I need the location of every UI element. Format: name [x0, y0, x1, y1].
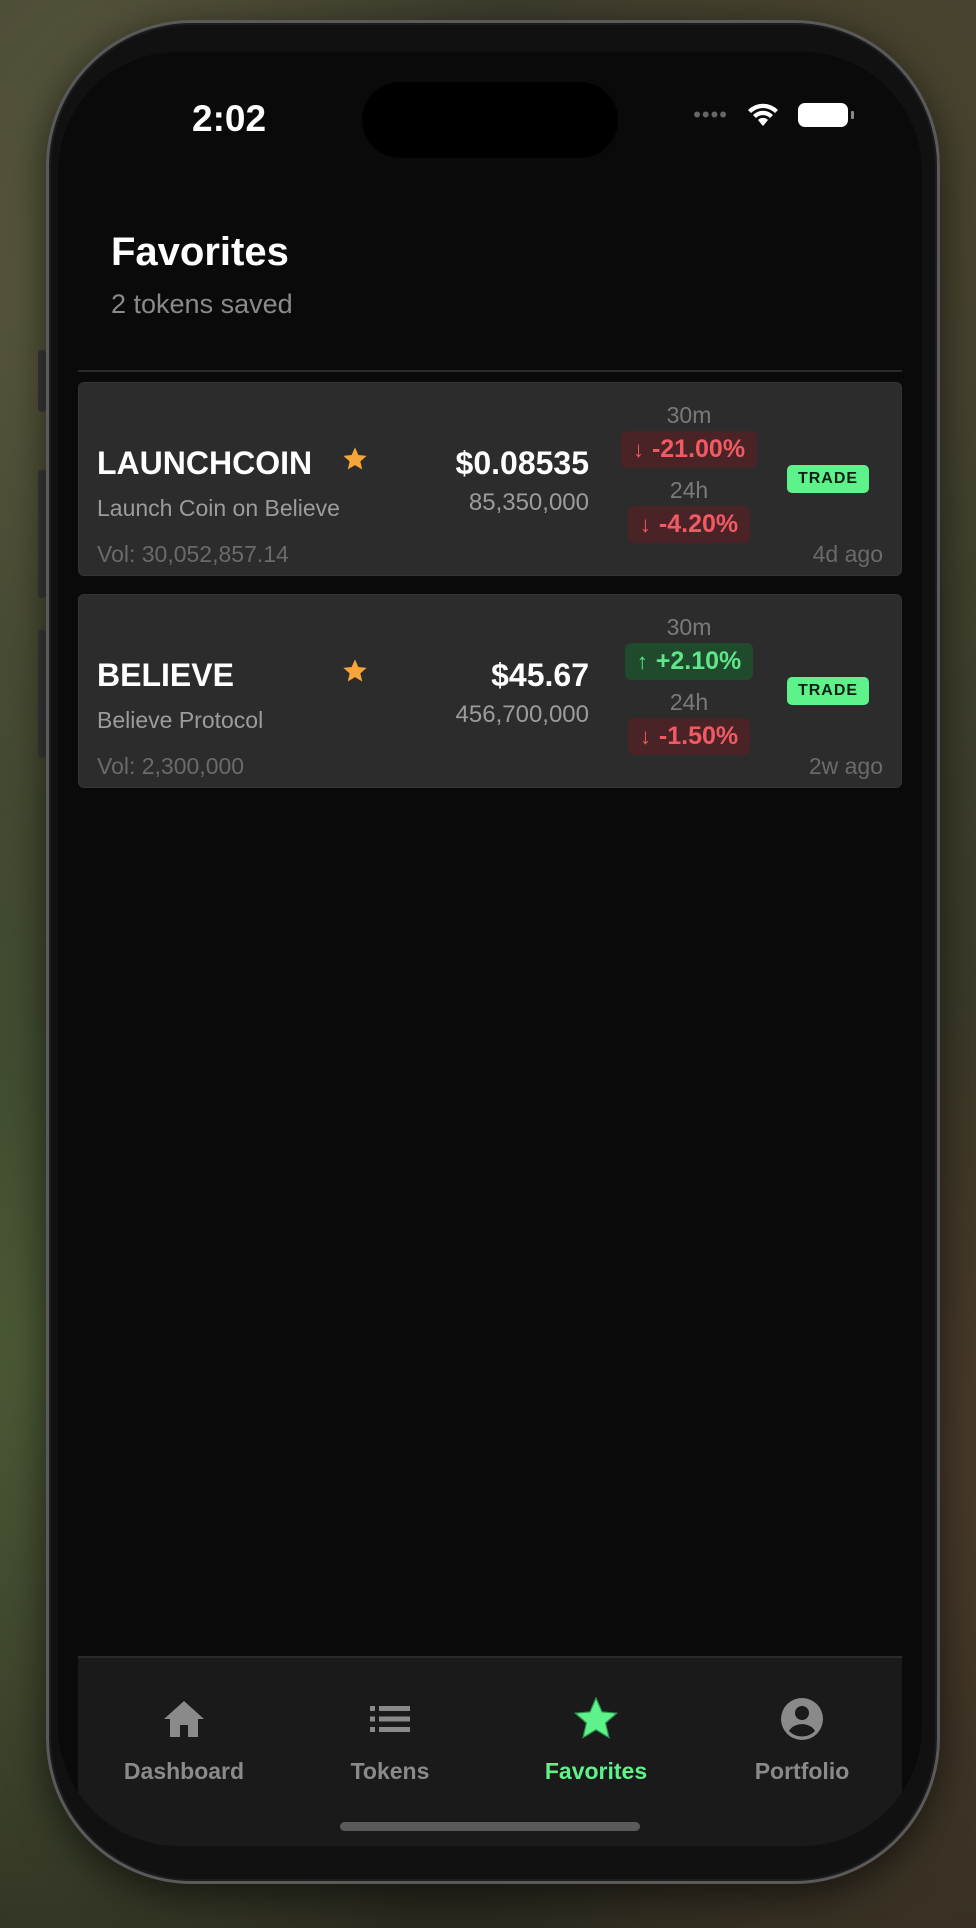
token-supply: 85,350,000	[468, 489, 589, 516]
token-card-believe[interactable]: BELIEVE Believe Protocol Vol: 2,300,000 …	[78, 594, 902, 788]
tab-label: Favorites	[544, 1758, 648, 1784]
status-bar: 2:02 ••••	[58, 52, 922, 172]
star-icon	[573, 1696, 619, 1739]
arrow-down-icon: ↓	[639, 511, 651, 537]
favorites-list: LAUNCHCOIN Launch Coin on Believe Vol: 3…	[78, 382, 902, 806]
token-card-launchcoin[interactable]: LAUNCHCOIN Launch Coin on Believe Vol: 3…	[78, 382, 902, 576]
status-time: 2:02	[192, 98, 267, 139]
cellular-signal-icon: ••••	[693, 102, 728, 127]
tab-tokens[interactable]: Tokens	[290, 1696, 490, 1785]
tab-favorites[interactable]: Favorites	[496, 1696, 696, 1785]
tab-portfolio[interactable]: Portfolio	[702, 1696, 902, 1785]
list-icon	[370, 1706, 410, 1732]
change-30m-label: 30m	[666, 402, 712, 428]
change-24h-value: -1.50%	[658, 722, 739, 750]
change-30m-value: +2.10%	[655, 647, 742, 675]
tab-bar: Dashboard Tokens Favorites Portfolio	[78, 1656, 902, 1846]
arrow-up-icon: ↑	[636, 648, 648, 674]
status-icons: ••••	[693, 102, 854, 128]
token-volume: Vol: 30,052,857.14	[97, 541, 289, 567]
change-24h-label: 24h	[669, 689, 709, 715]
token-price: $45.67	[491, 657, 589, 693]
change-24h-value: -4.20%	[658, 510, 739, 538]
page-subtitle: 2 tokens saved	[111, 289, 293, 319]
token-name: Launch Coin on Believe	[97, 495, 340, 521]
volume-down-button	[38, 630, 46, 758]
volume-up-button	[38, 470, 46, 598]
page-title: Favorites	[111, 230, 289, 274]
token-supply: 456,700,000	[455, 701, 589, 728]
change-30m-badge: ↓ -21.00%	[620, 431, 758, 468]
trade-button[interactable]: TRADE	[787, 677, 869, 705]
home-icon	[164, 1701, 204, 1737]
tab-dashboard[interactable]: Dashboard	[84, 1696, 284, 1785]
saved-age: 2w ago	[808, 753, 883, 779]
token-name: Believe Protocol	[97, 707, 264, 733]
saved-age: 4d ago	[812, 541, 883, 567]
token-symbol: LAUNCHCOIN	[97, 445, 313, 481]
home-indicator[interactable]	[340, 1822, 640, 1831]
tab-label: Portfolio	[754, 1758, 850, 1784]
price-changes: 30m ↑ +2.10% 24h ↓ -1.50%	[609, 613, 769, 763]
token-symbol: BELIEVE	[97, 657, 234, 693]
tab-label: Tokens	[350, 1758, 430, 1784]
page-header: Favorites 2 tokens saved	[111, 230, 293, 320]
favorite-star-icon[interactable]	[341, 445, 369, 473]
change-30m-badge: ↑ +2.10%	[624, 643, 754, 680]
app-screen: 2:02 •••• Favorites 2 tokens saved LAUNC…	[58, 52, 922, 1846]
favorite-star-icon[interactable]	[341, 657, 369, 685]
arrow-down-icon: ↓	[639, 723, 651, 749]
change-24h-label: 24h	[669, 477, 709, 503]
change-24h-badge: ↓ -1.50%	[627, 718, 751, 755]
battery-icon	[798, 103, 854, 127]
price-changes: 30m ↓ -21.00% 24h ↓ -4.20%	[609, 401, 769, 551]
change-30m-label: 30m	[666, 614, 712, 640]
wifi-icon	[748, 103, 778, 126]
silent-switch	[38, 350, 46, 412]
header-divider	[78, 370, 902, 372]
account-icon	[781, 1698, 823, 1740]
trade-button[interactable]: TRADE	[787, 465, 869, 493]
tab-label: Dashboard	[123, 1758, 245, 1784]
change-30m-value: -21.00%	[651, 435, 746, 463]
token-volume: Vol: 2,300,000	[97, 753, 245, 779]
change-24h-badge: ↓ -4.20%	[627, 506, 751, 543]
dynamic-island	[362, 82, 618, 158]
arrow-down-icon: ↓	[632, 436, 644, 462]
token-price: $0.08535	[455, 445, 589, 481]
